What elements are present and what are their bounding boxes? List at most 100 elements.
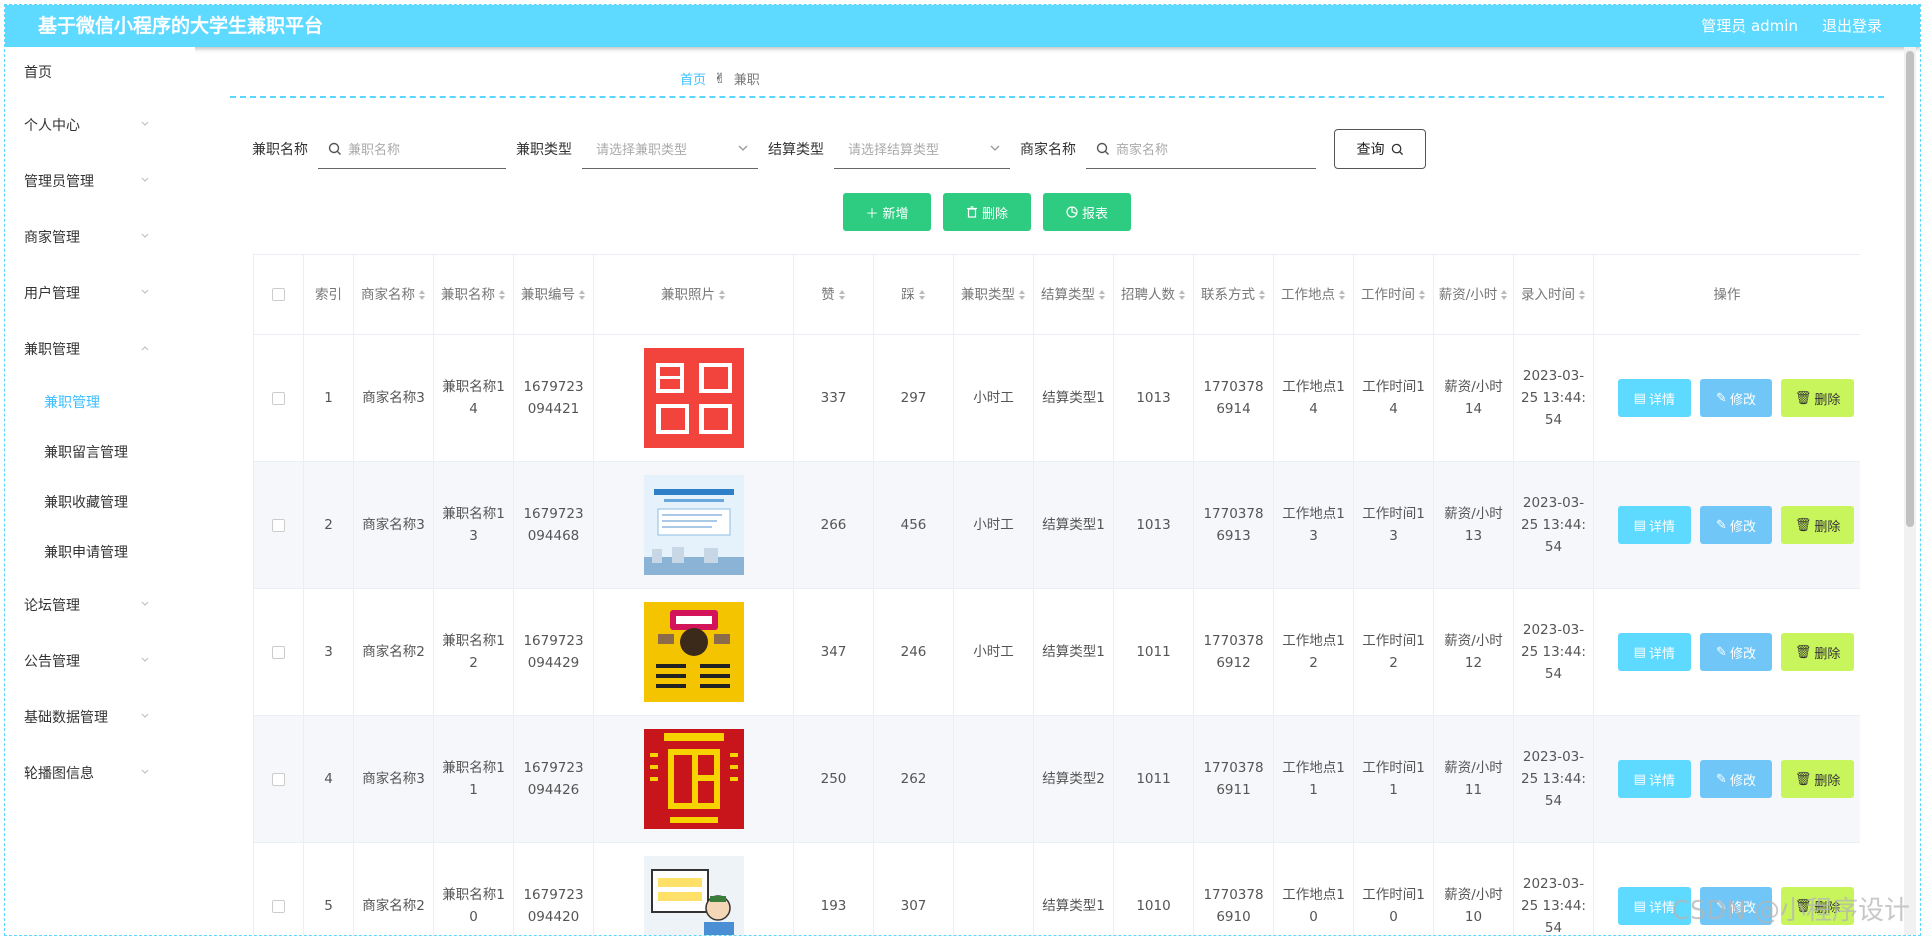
cell-type: 小时工 xyxy=(953,334,1034,462)
job-type-select[interactable]: 请选择兼职类型 xyxy=(582,129,758,169)
breadcrumb-home[interactable]: 首页 xyxy=(680,69,706,88)
row-checkbox[interactable] xyxy=(272,391,285,405)
sidebar-item-base-data-management[interactable]: 基础数据管理 xyxy=(5,689,195,745)
sort-icon[interactable] xyxy=(1335,287,1346,303)
column-header-phone[interactable]: 联系方式 xyxy=(1193,254,1274,335)
query-button[interactable]: 查询 xyxy=(1334,129,1426,169)
table-row: 3 商家名称2 兼职名称12 1679723094429 347 246 小时工 结算类型1 1… xyxy=(253,588,1860,716)
column-header-ops: 操作 xyxy=(1593,254,1860,335)
select-all-checkbox[interactable] xyxy=(272,288,285,301)
cell-code: 1679723094429 xyxy=(513,588,594,716)
cell-ops: ▤ 详情 ✎ 修改 🗑 删除 xyxy=(1593,461,1860,589)
scrollbar-thumb[interactable] xyxy=(1906,51,1914,527)
job-name-input[interactable]: 兼职名称 xyxy=(318,129,506,169)
sort-icon[interactable] xyxy=(1575,287,1586,303)
sidebar-item-carousel-info[interactable]: 轮播图信息 xyxy=(5,745,195,801)
sort-icon[interactable] xyxy=(575,287,586,303)
column-header-place[interactable]: 工作地点 xyxy=(1273,254,1354,335)
column-header-code[interactable]: 兼职编号 xyxy=(513,254,594,335)
sidebar-subitem-job-favorites[interactable]: 兼职收藏管理 xyxy=(5,477,195,527)
cell-merchant: 商家名称2 xyxy=(353,842,434,935)
sidebar-item-forum-management[interactable]: 论坛管理 xyxy=(5,577,195,633)
sidebar-item-admin-management[interactable]: 管理员管理 xyxy=(5,153,195,209)
detail-button[interactable]: ▤ 详情 xyxy=(1618,506,1691,544)
cell-like: 266 xyxy=(793,461,874,589)
detail-button[interactable]: ▤ 详情 xyxy=(1618,633,1691,671)
column-header-count[interactable]: 招聘人数 xyxy=(1113,254,1194,335)
sort-icon[interactable] xyxy=(415,287,426,303)
sidebar-item-user-management[interactable]: 用户管理 xyxy=(5,265,195,321)
column-header-merchant[interactable]: 商家名称 xyxy=(353,254,434,335)
top-right-links: 管理员 admin 退出登录 xyxy=(1701,5,1882,47)
merchant-name-input[interactable]: 商家名称 xyxy=(1086,129,1316,169)
sort-icon[interactable] xyxy=(1015,287,1026,303)
column-header-like[interactable]: 赞 xyxy=(793,254,874,335)
sidebar-subitem-job-applications[interactable]: 兼职申请管理 xyxy=(5,527,195,577)
sort-icon[interactable] xyxy=(715,287,726,303)
row-checkbox[interactable] xyxy=(272,772,285,786)
sidebar-item-notice-management[interactable]: 公告管理 xyxy=(5,633,195,689)
pencil-icon: ✎ xyxy=(1716,644,1727,660)
cell-phone: 17703786912 xyxy=(1193,588,1274,716)
sort-icon[interactable] xyxy=(495,287,506,303)
vertical-scrollbar[interactable] xyxy=(1904,47,1916,935)
cell-count: 1013 xyxy=(1113,461,1194,589)
column-header-type[interactable]: 兼职类型 xyxy=(953,254,1034,335)
sort-icon[interactable] xyxy=(1497,287,1508,303)
table-row: 1 商家名称3 兼职名称14 1679723094421 337 297 小时工 结算类型1 1… xyxy=(253,334,1860,462)
cell-code: 1679723094421 xyxy=(513,334,594,462)
sort-icon[interactable] xyxy=(1175,287,1186,303)
search-form: 兼职名称 兼职名称 兼职类型 请选择兼职类型 结算类型 请选择结算类型 商家名称… xyxy=(252,129,1884,169)
batch-delete-button[interactable]: 删除 xyxy=(943,193,1031,231)
cell-like: 250 xyxy=(793,715,874,843)
cell-time: 工作时间13 xyxy=(1353,461,1434,589)
column-header-settle[interactable]: 结算类型 xyxy=(1033,254,1114,335)
row-checkbox[interactable] xyxy=(272,518,285,532)
row-select-cell xyxy=(253,715,304,843)
cell-like: 347 xyxy=(793,588,874,716)
report-button[interactable]: 报表 xyxy=(1043,193,1131,231)
column-header-created[interactable]: 录入时间 xyxy=(1513,254,1594,335)
sort-icon[interactable] xyxy=(1095,287,1106,303)
edit-button[interactable]: ✎ 修改 xyxy=(1699,633,1773,671)
sidebar-item-merchant-management[interactable]: 商家管理 xyxy=(5,209,195,265)
column-header-dislike[interactable]: 踩 xyxy=(873,254,954,335)
column-header-photo[interactable]: 兼职照片 xyxy=(593,254,794,335)
edit-button[interactable]: ✎ 修改 xyxy=(1699,760,1773,798)
row-delete-button[interactable]: 🗑 删除 xyxy=(1781,760,1855,798)
row-checkbox[interactable] xyxy=(272,899,285,913)
job-name-placeholder: 兼职名称 xyxy=(348,143,401,158)
cell-merchant: 商家名称3 xyxy=(353,334,434,462)
admin-user-label[interactable]: 管理员 admin xyxy=(1701,5,1798,47)
sidebar-subitem-job-list[interactable]: 兼职管理 xyxy=(5,377,195,427)
column-header-time[interactable]: 工作时间 xyxy=(1353,254,1434,335)
sidebar-subitem-job-comments[interactable]: 兼职留言管理 xyxy=(5,427,195,477)
sort-icon[interactable] xyxy=(1255,287,1266,303)
detail-button[interactable]: ▤ 详情 xyxy=(1618,760,1691,798)
sidebar-item-job-management[interactable]: 兼职管理 xyxy=(5,321,195,377)
edit-button[interactable]: ✎ 修改 xyxy=(1699,506,1773,544)
sidebar-item-label: 论坛管理 xyxy=(24,598,80,614)
sort-icon[interactable] xyxy=(835,287,846,303)
logout-link[interactable]: 退出登录 xyxy=(1822,5,1882,47)
sidebar-item-home[interactable]: 首页 xyxy=(5,47,195,97)
cell-time: 工作时间11 xyxy=(1353,715,1434,843)
sidebar-item-label: 首页 xyxy=(24,65,52,81)
sidebar-item-personal-center[interactable]: 个人中心 xyxy=(5,97,195,153)
column-header-name[interactable]: 兼职名称 xyxy=(433,254,514,335)
settle-type-select[interactable]: 请选择结算类型 xyxy=(834,129,1010,169)
main-content: 首页 ✌ 兼职 兼职名称 兼职名称 兼职类型 请选择兼职类型 结算类型 请选择结… xyxy=(230,47,1884,935)
row-delete-button[interactable]: 🗑 删除 xyxy=(1781,379,1855,417)
top-bar: 基于微信小程序的大学生兼职平台 管理员 admin 退出登录 xyxy=(5,5,1920,47)
row-delete-button[interactable]: 🗑 删除 xyxy=(1781,506,1855,544)
add-button[interactable]: ＋ 新增 xyxy=(843,193,931,231)
sort-icon[interactable] xyxy=(915,287,926,303)
detail-button[interactable]: ▤ 详情 xyxy=(1618,379,1691,417)
column-header-salary[interactable]: 薪资/小时 xyxy=(1433,254,1514,335)
row-checkbox[interactable] xyxy=(272,645,285,659)
sort-icon[interactable] xyxy=(1415,287,1426,303)
cell-count: 1013 xyxy=(1113,334,1194,462)
cell-count: 1011 xyxy=(1113,588,1194,716)
edit-button[interactable]: ✎ 修改 xyxy=(1699,379,1773,417)
row-delete-button[interactable]: 🗑 删除 xyxy=(1781,633,1855,671)
